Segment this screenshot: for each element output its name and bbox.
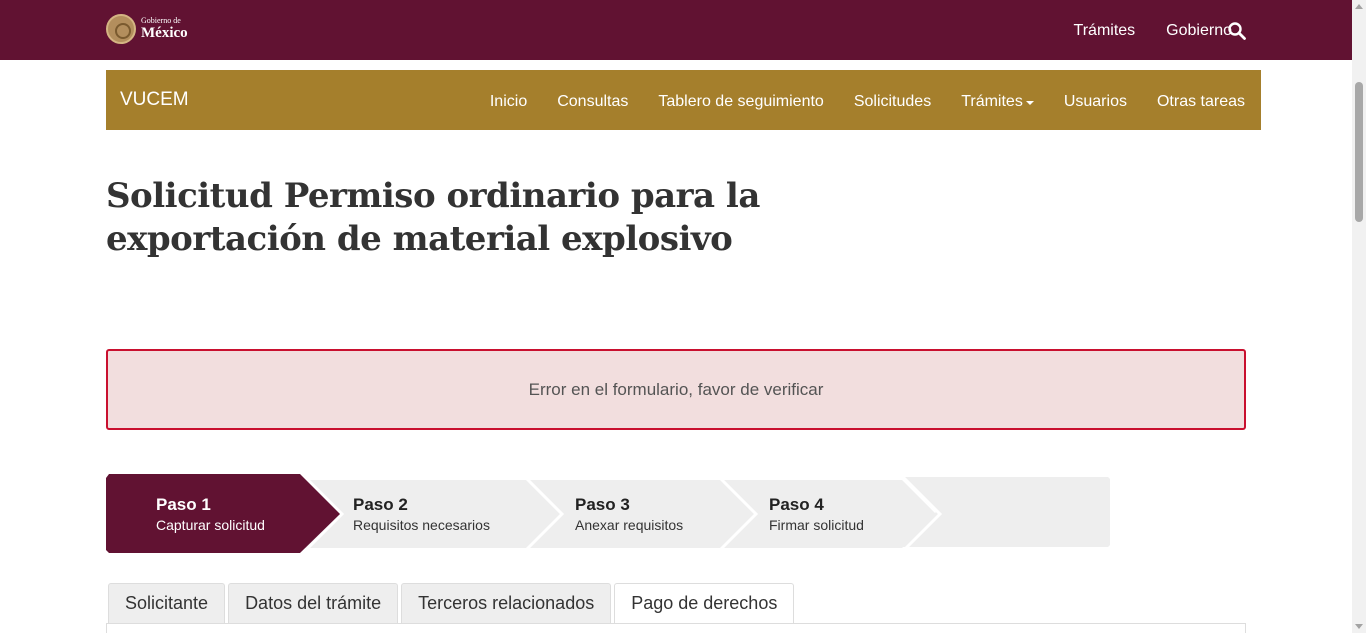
wizard-step-4-desc: Firmar solicitud: [769, 517, 864, 533]
top-header: Gobierno de México Trámites Gobierno: [0, 0, 1352, 60]
wizard-step-1-label: Paso 1: [156, 495, 211, 514]
wizard-step-2[interactable]: Paso 2 Requisitos necesarios: [353, 474, 523, 554]
wizard-step-3-label: Paso 3: [575, 495, 630, 514]
nav-tablero-seguimiento[interactable]: Tablero de seguimiento: [658, 93, 823, 111]
vucem-nav: Inicio Consultas Tablero de seguimiento …: [460, 93, 1245, 111]
logo-big-text: México: [141, 25, 188, 41]
scroll-down-arrow-icon[interactable]: [1355, 624, 1363, 629]
tab-datos-tramite[interactable]: Datos del trámite: [228, 583, 399, 623]
vucem-navbar: VUCEM Inicio Consultas Tablero de seguim…: [106, 70, 1261, 130]
wizard-step-2-label: Paso 2: [353, 495, 408, 514]
nav-solicitudes[interactable]: Solicitudes: [854, 93, 931, 111]
wizard-step-1-desc: Capturar solicitud: [156, 517, 265, 533]
caret-down-icon: [1025, 101, 1034, 105]
nav-otras-tareas[interactable]: Otras tareas: [1157, 93, 1245, 111]
logo-small-text: Gobierno de: [141, 16, 181, 25]
tab-panel: [106, 623, 1246, 633]
form-tabs: Solicitante Datos del trámite Terceros r…: [108, 583, 797, 624]
page-title: Solicitud Permiso ordinario para la expo…: [106, 176, 760, 259]
wizard-steps: Paso 1 Capturar solicitud Paso 2 Requisi…: [106, 474, 1110, 554]
tab-solicitante[interactable]: Solicitante: [108, 583, 226, 623]
nav-inicio[interactable]: Inicio: [490, 93, 527, 111]
wizard-step-2-desc: Requisitos necesarios: [353, 517, 490, 533]
page-scrollbar[interactable]: [1352, 0, 1366, 633]
wizard-step-1[interactable]: Paso 1 Capturar solicitud: [156, 474, 306, 554]
wizard-step-4-label: Paso 4: [769, 495, 824, 514]
wizard-step-3-desc: Anexar requisitos: [575, 517, 684, 533]
top-nav: Trámites Gobierno: [1043, 22, 1232, 40]
vucem-brand[interactable]: VUCEM: [120, 89, 189, 111]
nav-tramites-label: Trámites: [961, 93, 1023, 110]
tab-pago-derechos[interactable]: Pago de derechos: [614, 583, 795, 624]
error-alert: Error en el formulario, favor de verific…: [106, 349, 1246, 430]
nav-tramites-dropdown[interactable]: Trámites: [961, 93, 1034, 111]
wizard-step-3[interactable]: Paso 3 Anexar requisitos: [575, 474, 725, 554]
wizard-step-4[interactable]: Paso 4 Firmar solicitud: [769, 474, 919, 554]
top-nav-gobierno[interactable]: Gobierno: [1166, 22, 1232, 40]
error-alert-message: Error en el formulario, favor de verific…: [528, 379, 824, 399]
logo-text: Gobierno de México: [141, 17, 188, 41]
scrollbar-thumb[interactable]: [1355, 82, 1363, 222]
tab-terceros-relacionados[interactable]: Terceros relacionados: [401, 583, 612, 623]
search-icon[interactable]: [1228, 22, 1246, 40]
gobierno-logo[interactable]: Gobierno de México: [106, 14, 188, 44]
nav-consultas[interactable]: Consultas: [557, 93, 628, 111]
top-nav-tramites[interactable]: Trámites: [1074, 22, 1136, 40]
gobierno-seal-icon: [106, 14, 136, 44]
nav-usuarios[interactable]: Usuarios: [1064, 93, 1127, 111]
scroll-up-arrow-icon[interactable]: [1355, 4, 1363, 9]
